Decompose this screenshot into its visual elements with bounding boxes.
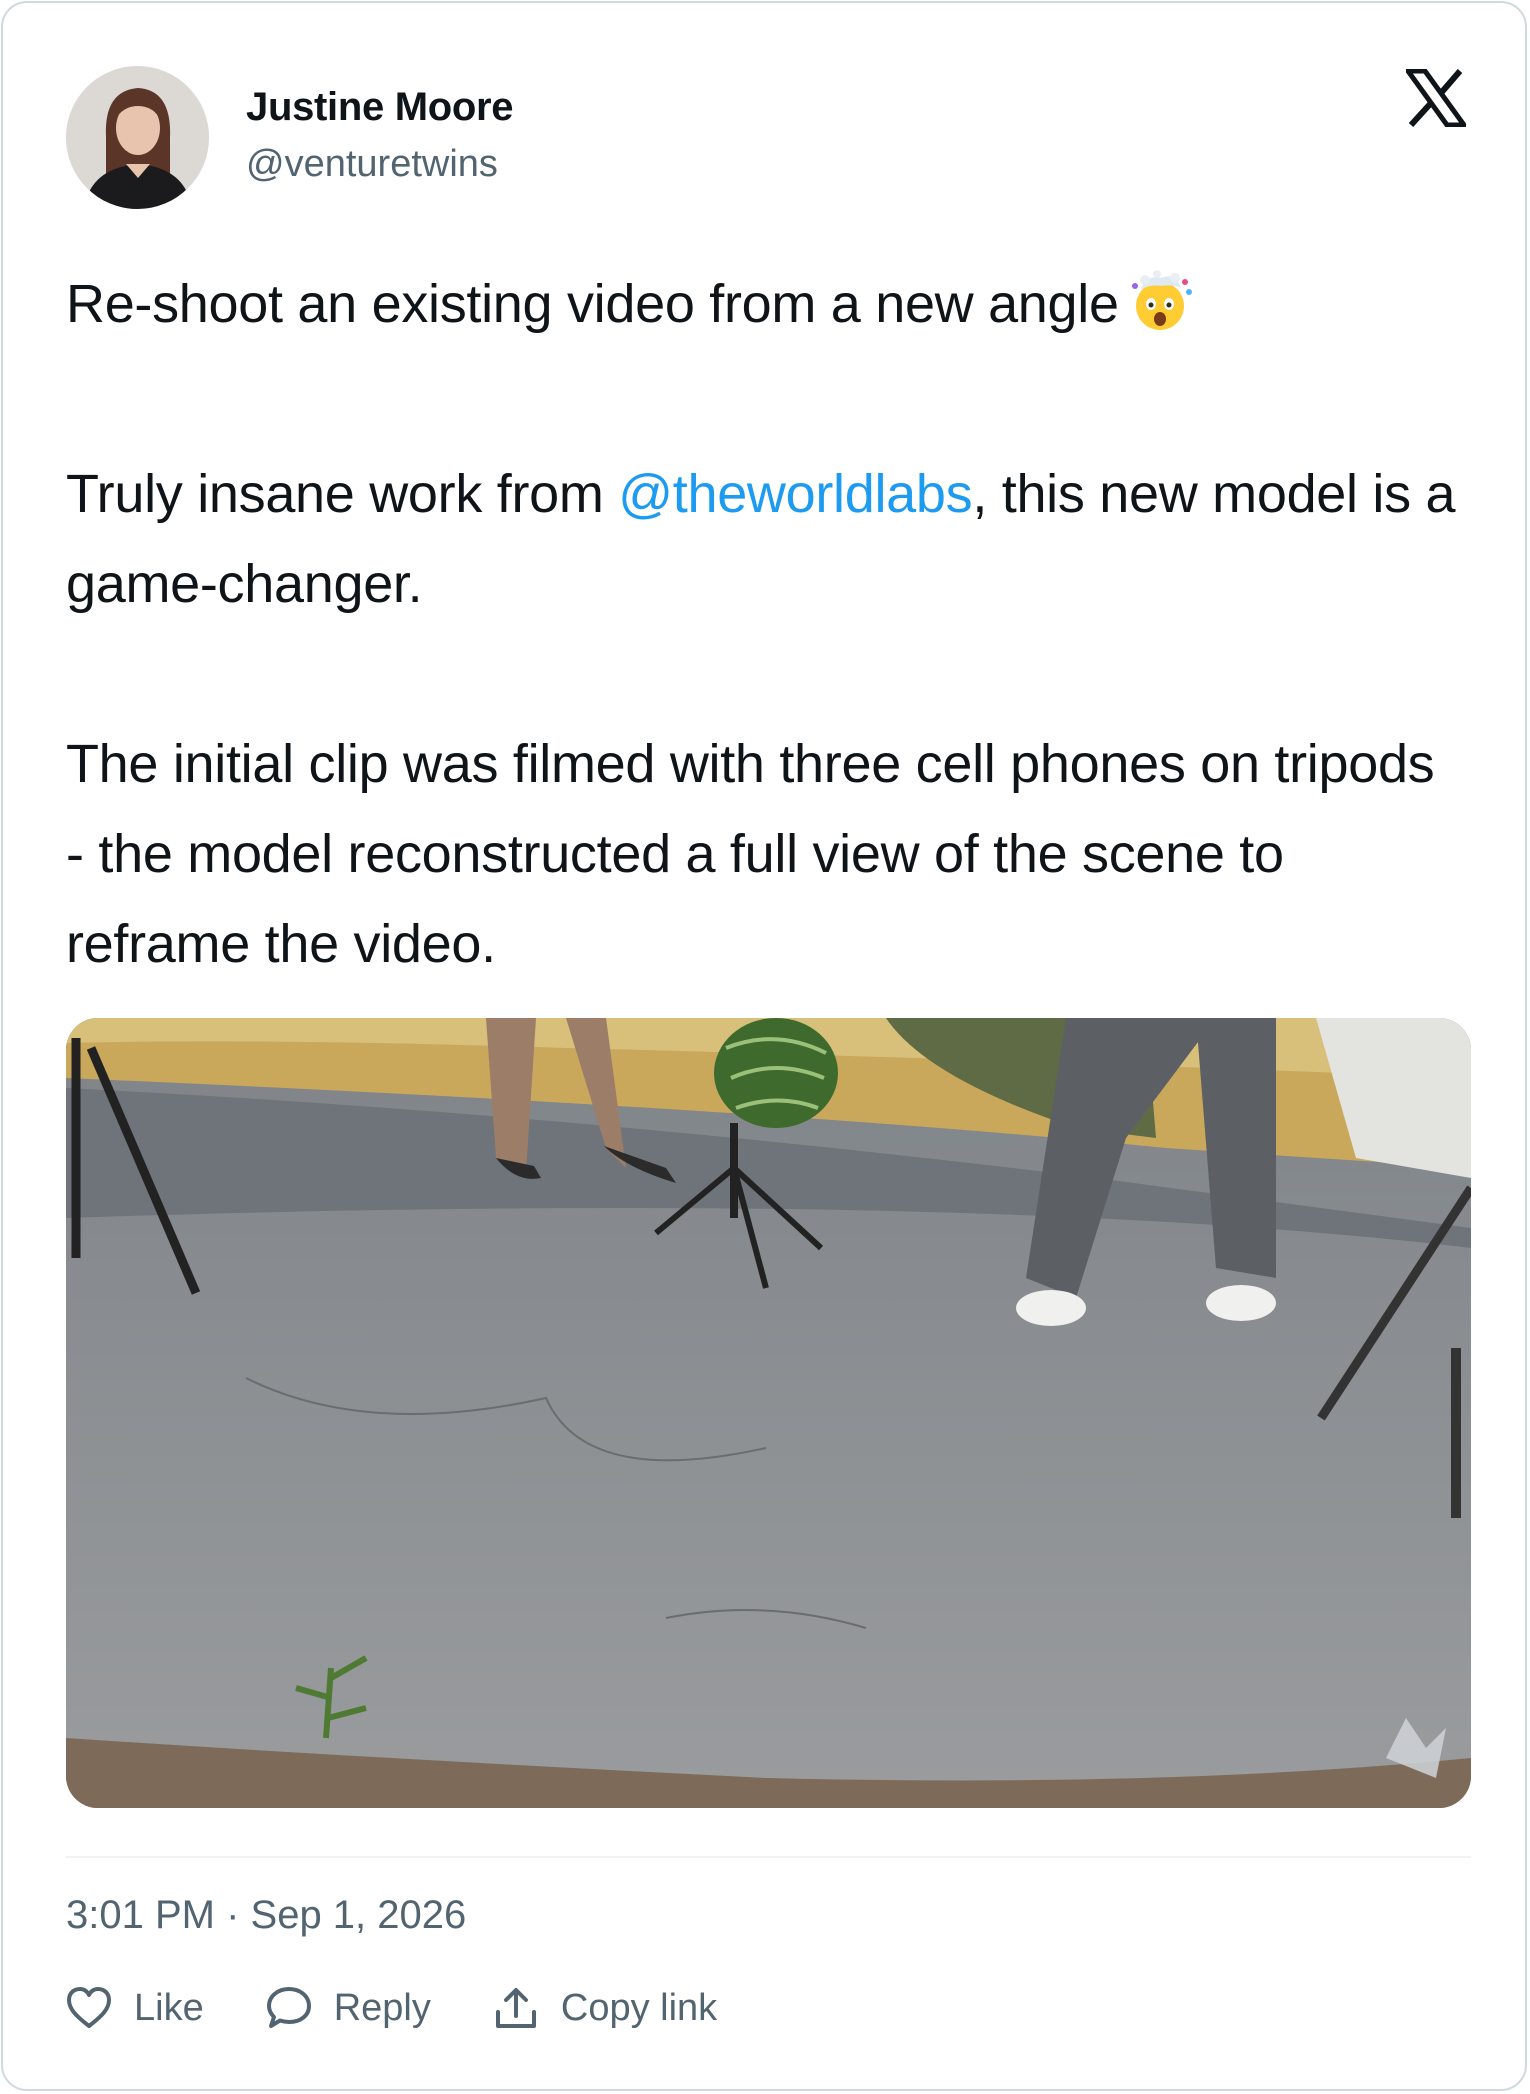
tweet-paragraph-3: The initial clip was filmed with three c… [66,734,1435,974]
avatar[interactable] [66,66,209,209]
heart-icon [67,1987,111,2028]
tweet-text: Re-shoot an existing video from a new an… [66,259,1466,989]
exploding-head-emoji [1127,269,1197,359]
speech-bubble-icon [266,1987,311,2028]
divider [66,1856,1471,1858]
share-upload-icon [495,1988,536,2028]
tweet-line-1-text: Re-shoot an existing video from a new an… [66,274,1119,334]
reply-button[interactable]: Reply [266,1986,431,2030]
like-button[interactable]: Like [66,1987,204,2030]
mention-link[interactable]: @theworldlabs [618,464,972,524]
copy-link-label: Copy link [560,1986,718,2029]
author-handle[interactable]: @venturetwins [246,143,498,186]
avatar-photo [66,66,209,209]
paragraph-2-lead: Truly insane work from [66,464,619,524]
video-media[interactable] [66,1018,1471,1808]
action-bar: Like Reply Copy link [66,1978,779,2038]
author-name[interactable]: Justine Moore [246,85,514,130]
tweet-card: Justine Moore @venturetwins Re-shoot an … [1,1,1527,2091]
video-frame [66,1018,1471,1808]
copy-link-button[interactable]: Copy link [493,1986,717,2030]
like-label: Like [134,1986,204,2029]
timestamp[interactable]: 3:01 PM · Sep 1, 2026 [66,1893,466,1938]
reply-label: Reply [333,1986,431,2029]
x-logo-icon[interactable] [1403,68,1469,128]
tweet-paragraph-2: Truly insane work from @theworldlabs, th… [66,449,1466,629]
tweet-line-1: Re-shoot an existing video from a new an… [66,259,1466,359]
